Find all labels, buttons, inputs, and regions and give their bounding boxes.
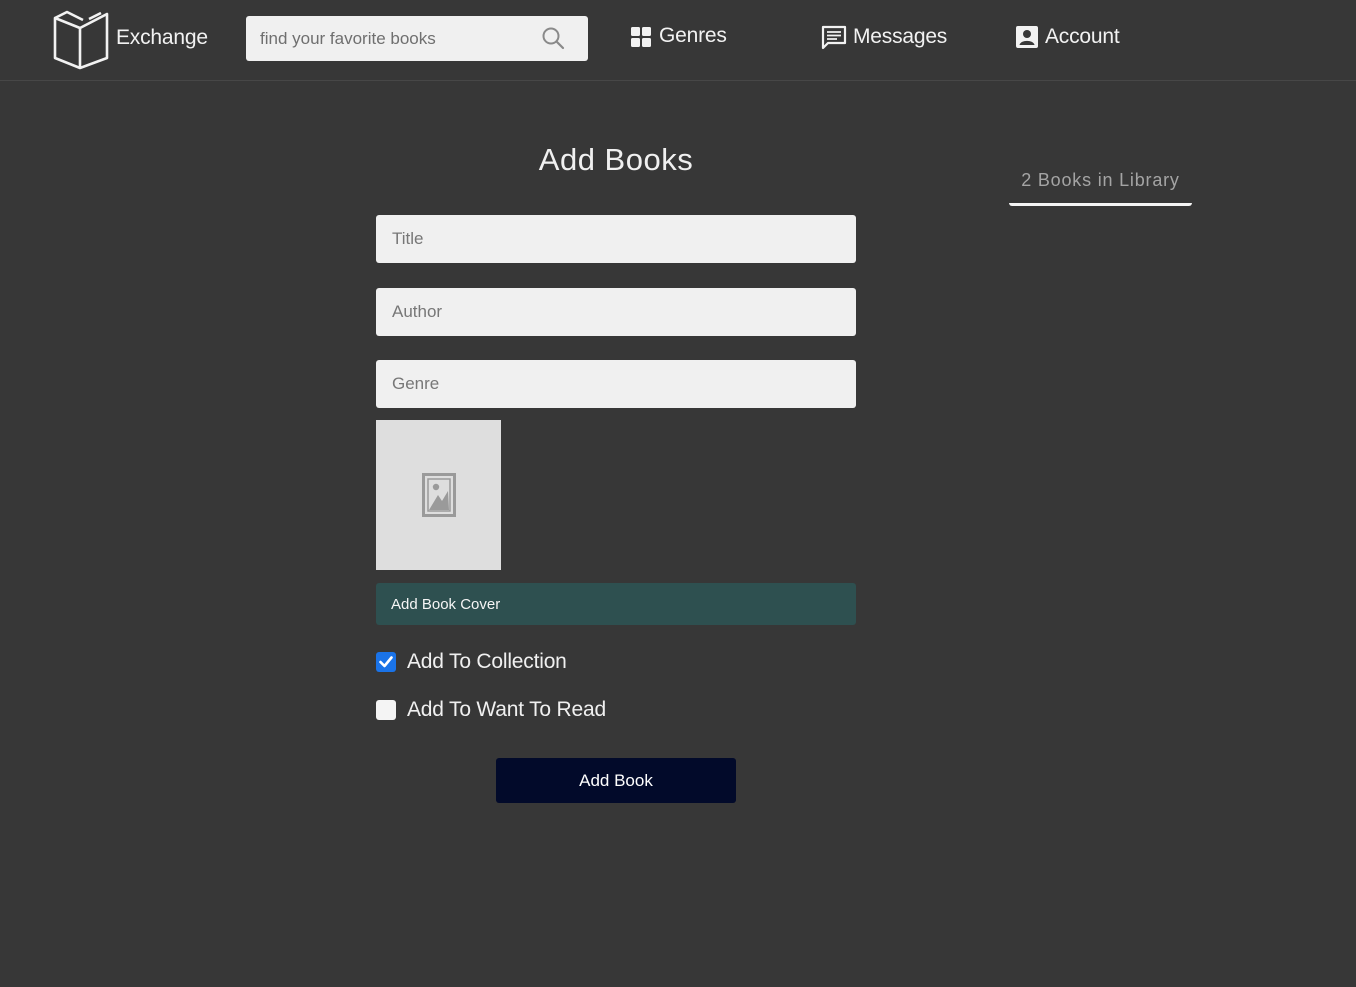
search-icon[interactable] xyxy=(541,26,565,50)
title-input[interactable] xyxy=(376,215,856,263)
top-navbar: Exchange Genres Messages Account xyxy=(0,0,1356,81)
nav-account-link[interactable]: Account xyxy=(1015,24,1120,50)
book-cover-preview xyxy=(376,420,501,570)
add-to-collection-label: Add To Collection xyxy=(407,650,567,673)
add-to-want-to-read-option[interactable]: Add To Want To Read xyxy=(376,698,606,722)
add-to-want-to-read-checkbox[interactable] xyxy=(376,700,396,720)
nav-genres-label: Genres xyxy=(659,24,727,47)
add-to-collection-option[interactable]: Add To Collection xyxy=(376,650,567,674)
checkmark-icon xyxy=(379,656,393,668)
add-book-cover-button[interactable]: Add Book Cover xyxy=(376,583,856,625)
grid-icon xyxy=(631,26,651,47)
brand-logo[interactable]: Exchange xyxy=(53,10,208,70)
search-box xyxy=(246,16,588,61)
image-placeholder-icon xyxy=(421,473,456,517)
account-icon xyxy=(1016,26,1038,48)
add-to-collection-checkbox[interactable] xyxy=(376,652,396,672)
library-count-tab[interactable]: 2 Books in Library xyxy=(1009,170,1192,206)
author-input[interactable] xyxy=(376,288,856,336)
brand-name: Exchange xyxy=(116,26,208,49)
page-title: Add Books xyxy=(538,142,694,177)
open-book-icon xyxy=(53,10,109,70)
add-book-button[interactable]: Add Book xyxy=(496,758,736,803)
nav-account-label: Account xyxy=(1045,25,1120,48)
message-icon xyxy=(821,25,847,50)
nav-messages-link[interactable]: Messages xyxy=(821,24,947,50)
genre-input[interactable] xyxy=(376,360,856,408)
nav-messages-label: Messages xyxy=(853,25,948,48)
add-to-want-to-read-label: Add To Want To Read xyxy=(407,698,606,721)
nav-genres-link[interactable]: Genres xyxy=(630,24,727,48)
search-input[interactable] xyxy=(246,16,536,61)
